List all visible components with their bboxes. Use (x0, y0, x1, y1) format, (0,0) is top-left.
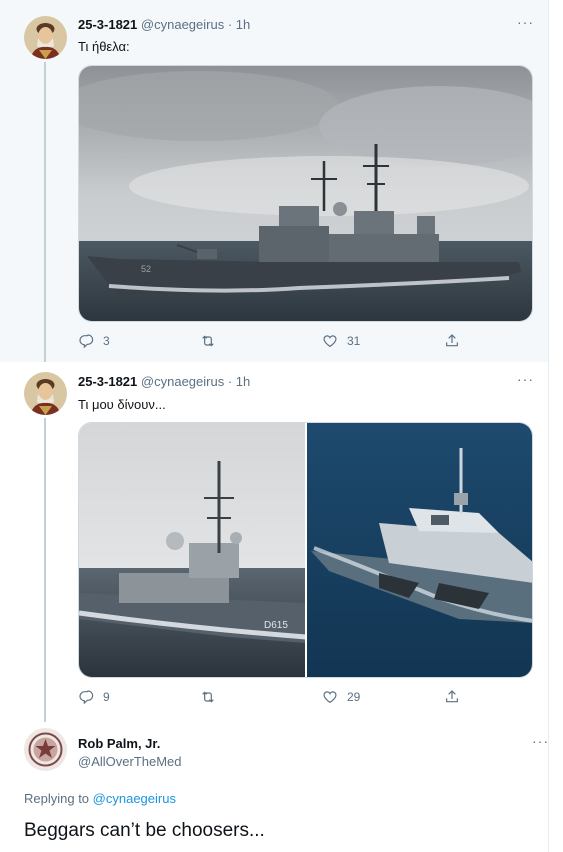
share-icon (446, 334, 458, 347)
reply-count: 3 (103, 334, 110, 348)
littoral-ship-photo (307, 423, 532, 677)
avatar-portrait-icon (24, 372, 67, 415)
reply-user-handle[interactable]: @AllOverTheMed (78, 754, 182, 769)
like-button[interactable]: 29 (322, 689, 360, 705)
tweet-actions: 3 31 (78, 333, 478, 353)
more-options-icon[interactable]: ··· (532, 733, 549, 749)
tweet[interactable]: 25-3-1821 @cynaegeirus · 1h ··· Τι μου δ… (0, 362, 548, 724)
separator-dot: · (227, 17, 233, 32)
retweet-icon (202, 691, 214, 703)
replying-to-label: Replying to (24, 791, 90, 806)
reply-button[interactable]: 3 (78, 333, 110, 349)
reply-button[interactable]: 9 (78, 689, 110, 705)
user-handle[interactable]: @cynaegeirus (141, 374, 224, 389)
two-ship-photos: D615 (79, 423, 532, 677)
avatar[interactable] (24, 372, 67, 415)
svg-text:52: 52 (141, 264, 151, 274)
reply-text: Beggars can’t be choosers... (24, 820, 265, 841)
retweet-icon (202, 335, 214, 347)
separator-dot: · (227, 374, 233, 389)
tweet-photo[interactable]: 52 (78, 65, 533, 322)
timestamp[interactable]: 1h (236, 374, 250, 389)
timeline: 25-3-1821 @cynaegeirus · 1h ··· Τι ήθελα… (0, 0, 563, 852)
share-icon (446, 690, 458, 703)
reply-icon (79, 334, 94, 349)
reply-avatar[interactable] (24, 728, 67, 771)
like-count: 29 (347, 690, 361, 704)
tweet-header: 25-3-1821 @cynaegeirus · 1h (78, 374, 250, 389)
retweet-button[interactable] (200, 333, 225, 349)
timestamp[interactable]: 1h (236, 17, 250, 32)
tweet-photo-grid: D615 (78, 422, 533, 678)
cruiser-photo: 52 (79, 66, 532, 321)
avatar-portrait-icon (24, 16, 67, 59)
user-handle[interactable]: @cynaegeirus (141, 17, 224, 32)
tweet-actions: 9 29 (78, 689, 478, 709)
tweet-text: Τι μου δίνουν... (78, 397, 166, 412)
replying-to: Replying to @cynaegeirus (24, 791, 176, 806)
seal-avatar-icon (24, 728, 67, 771)
like-count: 31 (347, 334, 361, 348)
like-button[interactable]: 31 (322, 333, 360, 349)
avatar[interactable] (24, 16, 67, 59)
reply-count: 9 (103, 690, 110, 704)
tweet-text: Τι ήθελα: (78, 39, 130, 54)
share-button[interactable] (444, 333, 460, 349)
frigate-photo: D615 (79, 423, 307, 677)
more-options-icon[interactable]: ··· (517, 371, 534, 387)
heart-icon (323, 335, 337, 348)
svg-text:D615: D615 (264, 620, 288, 631)
display-name[interactable]: 25-3-1821 (78, 374, 137, 389)
reply-icon (79, 690, 94, 705)
reply-display-name[interactable]: Rob Palm, Jr. (78, 736, 160, 751)
tweet-header: 25-3-1821 @cynaegeirus · 1h (78, 17, 250, 32)
heart-icon (323, 691, 337, 704)
tweet[interactable]: 25-3-1821 @cynaegeirus · 1h ··· Τι ήθελα… (0, 0, 548, 362)
display-name[interactable]: 25-3-1821 (78, 17, 137, 32)
share-button[interactable] (444, 689, 460, 705)
retweet-button[interactable] (200, 689, 225, 705)
replying-to-link[interactable]: @cynaegeirus (93, 791, 176, 806)
column-border (548, 0, 549, 852)
more-options-icon[interactable]: ··· (517, 14, 534, 30)
